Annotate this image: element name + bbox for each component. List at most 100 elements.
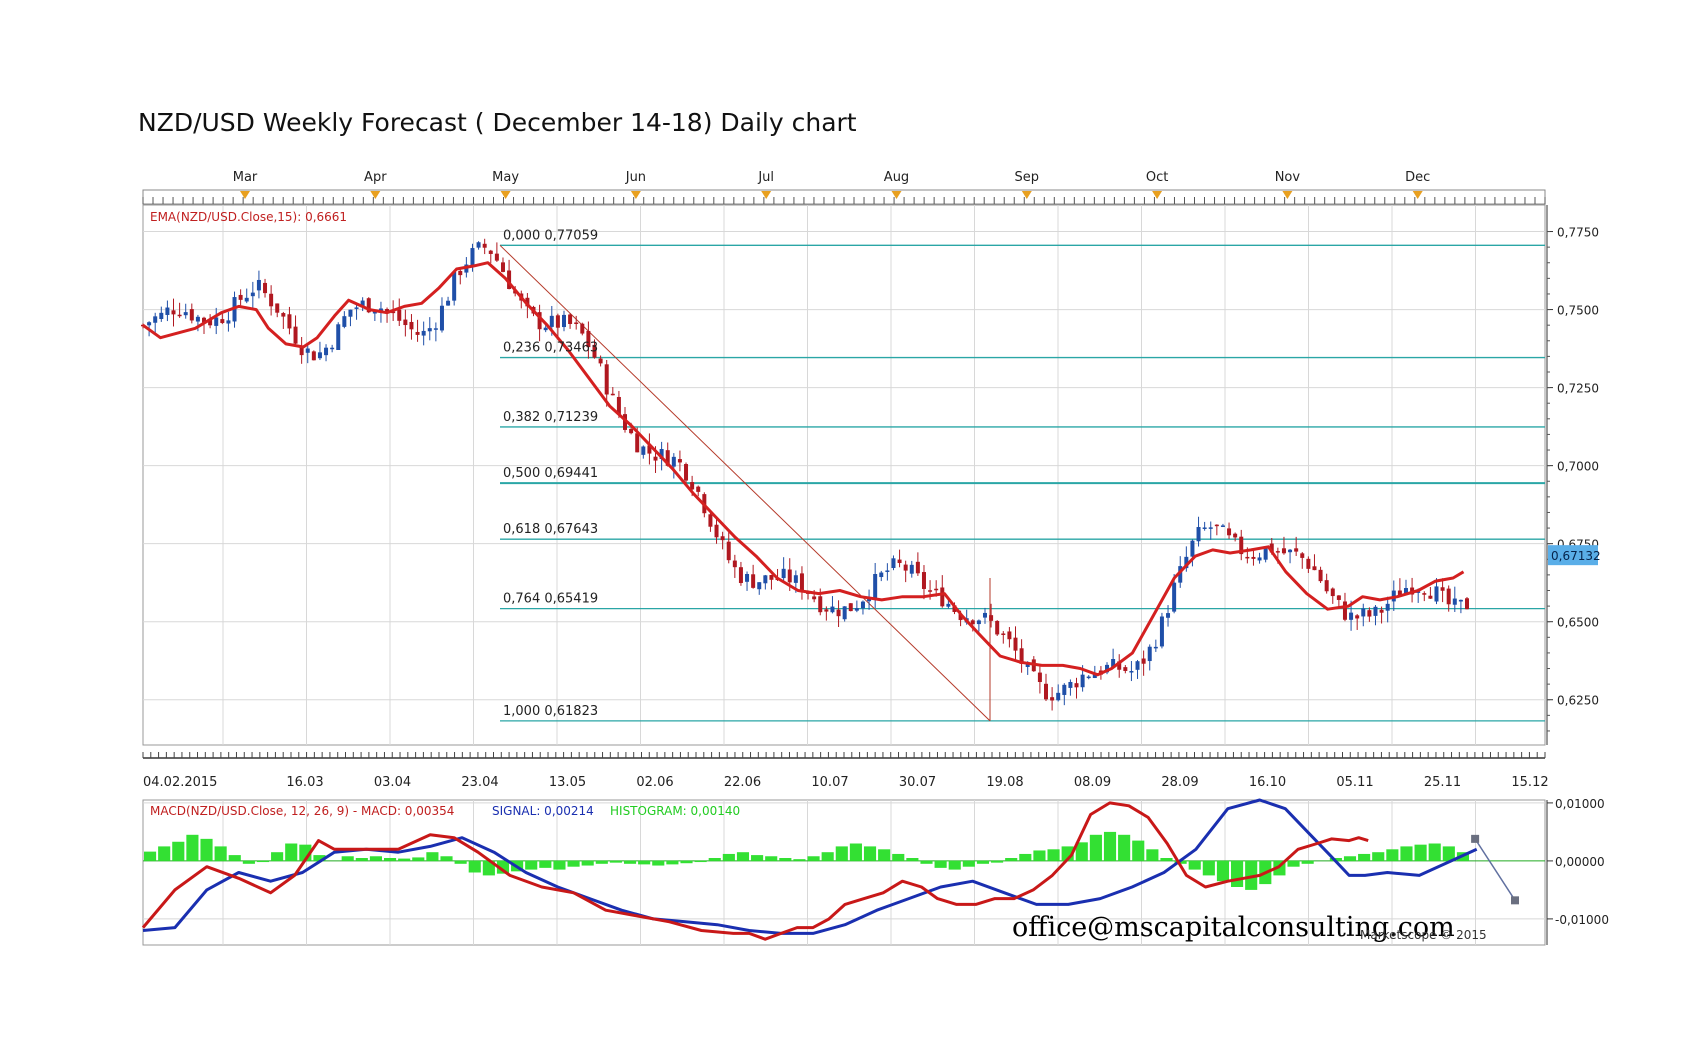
candle-body xyxy=(1214,524,1219,527)
candle-body xyxy=(1294,548,1299,552)
histogram-bar xyxy=(1301,860,1314,864)
month-label: May xyxy=(492,170,519,185)
histogram-bar xyxy=(638,860,651,865)
date-label: 04.02.2015 xyxy=(143,775,217,790)
histogram-bar xyxy=(1019,853,1032,861)
histogram-bar xyxy=(609,860,622,863)
candle-body xyxy=(250,292,255,297)
histogram-bar xyxy=(779,858,792,861)
candle-body xyxy=(214,317,219,326)
candle-body xyxy=(244,297,249,302)
date-label: 05.11 xyxy=(1336,775,1373,790)
histogram-bar xyxy=(214,846,227,861)
candle-body xyxy=(1367,610,1372,617)
candlestick xyxy=(848,603,853,612)
candle-body xyxy=(1434,586,1439,602)
candle-body xyxy=(1147,646,1152,662)
candle-body xyxy=(921,572,926,589)
histogram-bar xyxy=(1414,844,1427,861)
candle-body xyxy=(1233,533,1238,538)
histogram-bar xyxy=(412,857,425,861)
candle-body xyxy=(1251,556,1256,559)
candle-body xyxy=(1056,692,1061,701)
fib-level-label: 0,764 0,65419 xyxy=(503,592,598,607)
macd-y-tick-label: 0,01000 xyxy=(1555,797,1605,811)
candle-body xyxy=(879,572,884,578)
histogram-bar xyxy=(525,860,538,870)
candle-body xyxy=(1153,646,1158,649)
candle-body xyxy=(714,524,719,538)
candle-body xyxy=(1013,637,1018,651)
fib-level-label: 0,236 0,73463 xyxy=(503,341,598,356)
candle-body xyxy=(830,606,835,613)
histogram-bar xyxy=(426,852,439,861)
candle-body xyxy=(1422,593,1427,595)
month-label: Apr xyxy=(364,170,387,185)
histogram-bar xyxy=(765,856,778,861)
candlestick xyxy=(1465,596,1469,610)
candle-body xyxy=(1068,681,1073,688)
candle-body xyxy=(1220,525,1225,527)
candle-body xyxy=(1172,582,1177,612)
candle-body xyxy=(1257,557,1262,561)
candle-body xyxy=(745,574,750,582)
date-label: 13.05 xyxy=(549,775,586,790)
candle-body xyxy=(946,603,951,607)
candle-body xyxy=(543,327,548,331)
histogram-bar xyxy=(680,860,693,864)
histogram-bar xyxy=(256,860,270,863)
candle-body xyxy=(500,262,505,272)
candle-body xyxy=(1428,595,1433,599)
fib-level-label: 1,000 0,61823 xyxy=(503,704,598,719)
candle-body xyxy=(1324,580,1329,592)
histogram-bar xyxy=(623,860,637,864)
candle-body xyxy=(860,601,865,609)
candle-body xyxy=(1141,658,1146,664)
histogram-bar xyxy=(158,846,171,861)
candle-body xyxy=(604,364,609,395)
histogram-bar xyxy=(736,852,750,861)
histogram-bar xyxy=(454,860,467,864)
candle-body xyxy=(580,323,585,334)
y-tick-label: 0,7500 xyxy=(1557,304,1599,318)
histogram-bar xyxy=(694,860,707,863)
candle-body xyxy=(433,328,438,330)
histogram-bar xyxy=(1343,856,1357,861)
histogram-bar xyxy=(666,860,679,865)
candle-body xyxy=(1336,595,1341,600)
histogram-bar xyxy=(285,843,298,861)
histogram-bar xyxy=(1033,850,1046,861)
candle-body xyxy=(684,464,689,481)
histogram-bar xyxy=(878,849,891,861)
candle-body xyxy=(275,303,280,313)
candle-body xyxy=(348,309,353,317)
histogram-bar xyxy=(1400,846,1413,861)
candle-body xyxy=(763,575,768,584)
histogram-bar xyxy=(1287,860,1300,867)
projection-marker xyxy=(1471,834,1480,843)
histogram-bar xyxy=(1160,858,1173,861)
y-tick-label: 0,6250 xyxy=(1557,694,1599,708)
candle-body xyxy=(940,587,945,607)
candle-body xyxy=(995,620,1000,635)
histogram-bar xyxy=(186,834,199,861)
candle-body xyxy=(653,456,658,461)
candle-body xyxy=(635,433,640,453)
candle-body xyxy=(720,536,725,541)
date-label: 22.06 xyxy=(724,775,761,790)
histogram-bar xyxy=(228,855,241,861)
candle-body xyxy=(482,243,487,248)
candle-body xyxy=(1208,527,1213,529)
candle-body xyxy=(183,312,188,316)
histogram-bar xyxy=(849,843,862,861)
candle-body xyxy=(147,322,152,326)
candle-body xyxy=(976,620,981,625)
candle-body xyxy=(793,575,798,583)
date-label: 03.04 xyxy=(374,775,411,790)
candle-body xyxy=(1349,612,1354,620)
candle-body xyxy=(238,294,243,300)
candle-body xyxy=(494,253,499,261)
histogram-bar xyxy=(1005,858,1018,861)
candle-body xyxy=(226,320,231,324)
candle-body xyxy=(989,615,994,621)
